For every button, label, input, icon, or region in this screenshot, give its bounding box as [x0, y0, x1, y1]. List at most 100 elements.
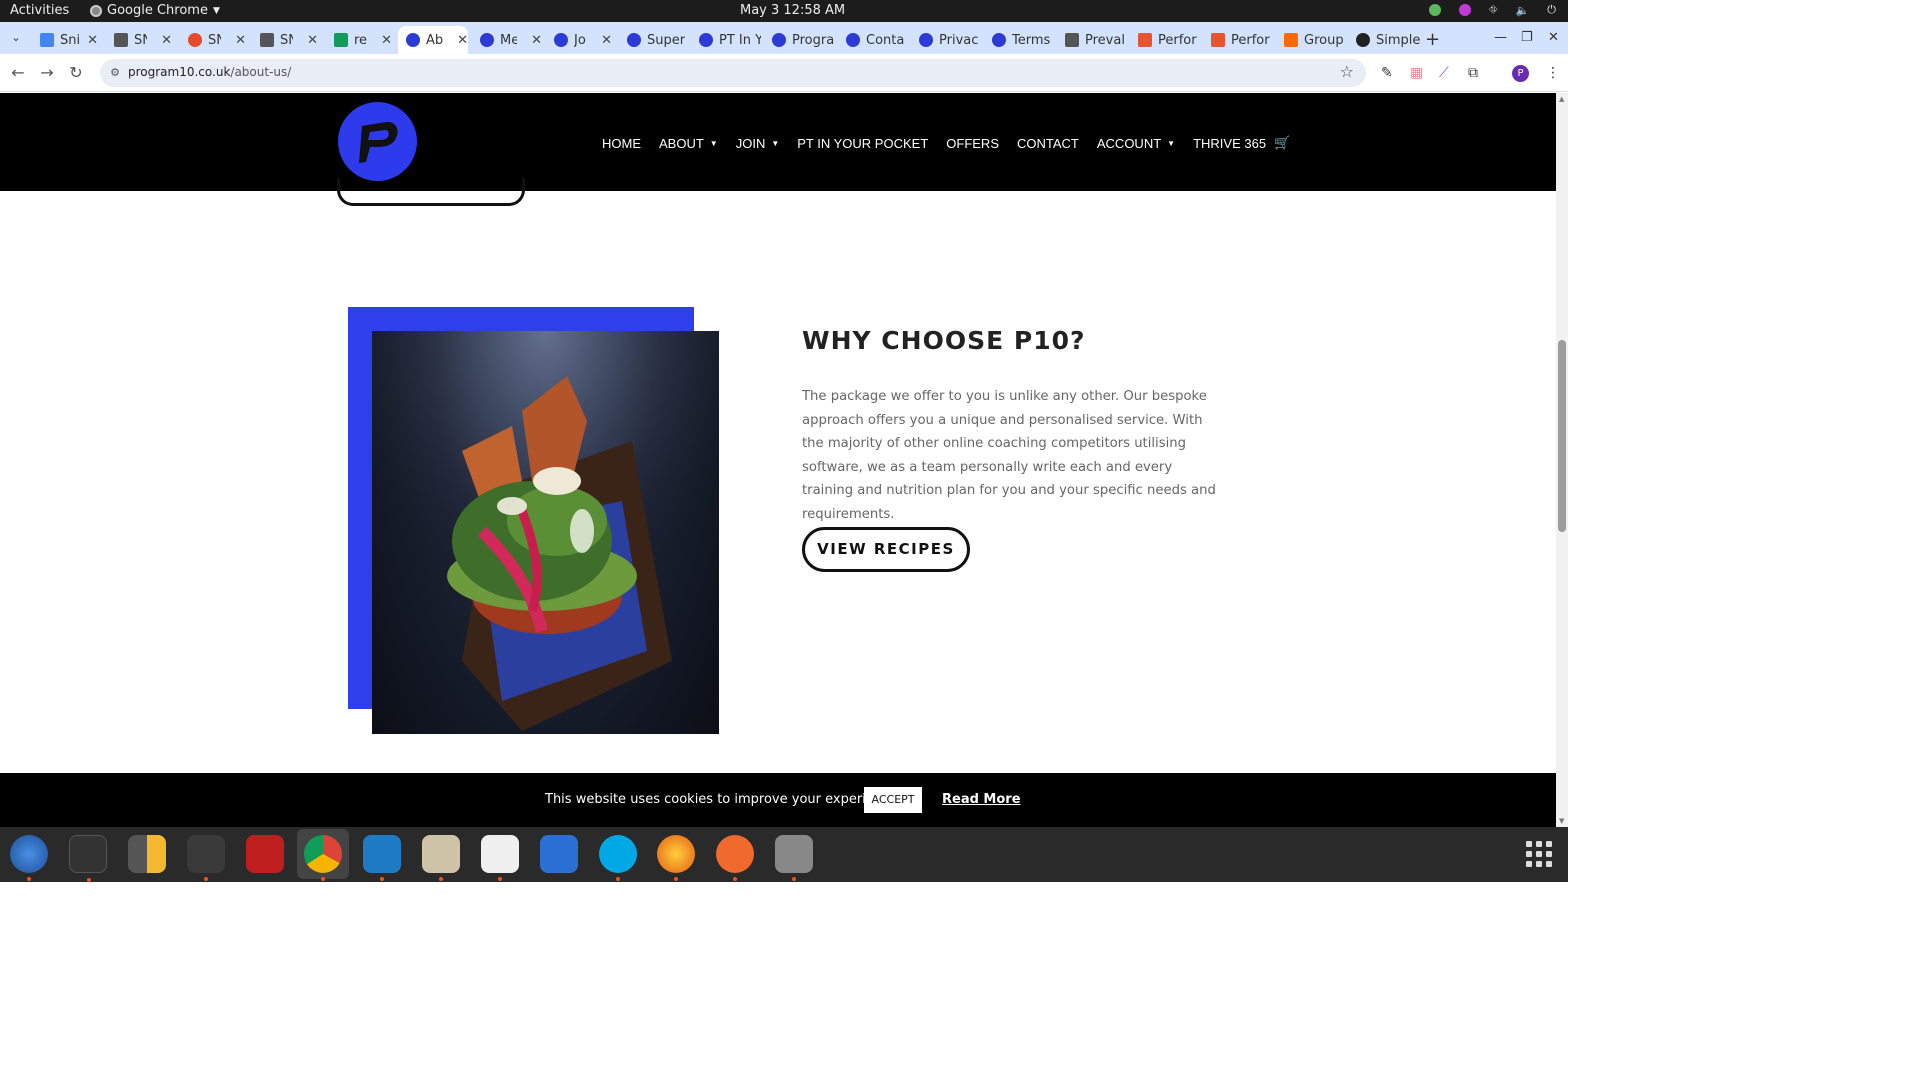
close-icon[interactable]: ✕ — [381, 33, 392, 48]
calendar-extension-icon[interactable]: ▦ — [1410, 65, 1423, 81]
web-page: HOME ABOUT ▼ JOIN ▼ PT IN YOUR POCKET OFFE… — [0, 93, 1556, 827]
chrome-icon[interactable] — [304, 835, 342, 881]
filezilla-icon[interactable] — [246, 835, 284, 873]
nav-account[interactable]: ACCOUNT ▼ — [1097, 136, 1175, 151]
tab[interactable]: SN✕ — [106, 26, 172, 54]
tab[interactable]: Sni ✕ — [32, 26, 98, 54]
program10-logo[interactable] — [338, 102, 417, 181]
disks-icon[interactable] — [775, 835, 813, 881]
cookie-read-more-link[interactable]: Read More — [942, 792, 1021, 807]
vscode-icon[interactable] — [363, 835, 401, 881]
new-tab-button[interactable]: + — [1425, 29, 1440, 50]
chrome-menu-icon[interactable]: ⋮ — [1546, 65, 1560, 81]
text-editor-icon[interactable] — [481, 835, 519, 881]
snp-icon — [260, 33, 274, 47]
thunderbird-icon[interactable] — [10, 835, 48, 881]
close-icon[interactable]: ✕ — [531, 33, 542, 48]
close-icon[interactable]: ✕ — [161, 33, 172, 48]
tab[interactable]: SN✕ — [180, 26, 246, 54]
nav-home[interactable]: HOME — [602, 136, 641, 151]
extension-tray-icon[interactable] — [1458, 4, 1471, 16]
program10-icon — [554, 33, 568, 47]
minimize-button[interactable]: — — [1494, 30, 1507, 45]
tab[interactable]: Preval — [1057, 26, 1127, 54]
tab-search-button[interactable]: ⌄ — [6, 28, 26, 48]
tab[interactable]: Terms — [984, 26, 1054, 54]
tab[interactable]: Conta — [838, 26, 908, 54]
forward-arrow-icon[interactable]: → — [37, 63, 57, 82]
close-icon[interactable]: ✕ — [601, 33, 612, 48]
update-icon[interactable] — [1428, 4, 1441, 16]
scroll-up-icon[interactable]: ▲ — [1559, 95, 1564, 103]
pen-app-icon[interactable] — [716, 835, 754, 881]
clock[interactable]: May 3 12:58 AM — [740, 3, 845, 18]
tab[interactable]: Perfor — [1130, 26, 1200, 54]
scroll-down-icon[interactable]: ▼ — [1559, 817, 1564, 825]
chrome-icon — [90, 4, 102, 17]
terminal-icon[interactable] — [69, 835, 107, 882]
tab[interactable]: Joi✕ — [546, 26, 612, 54]
restore-button[interactable]: ❐ — [1521, 30, 1533, 45]
show-apps-grid-icon[interactable] — [1526, 841, 1552, 867]
close-icon[interactable]: ✕ — [235, 33, 246, 48]
nav-offers[interactable]: OFFERS — [946, 136, 999, 151]
network-icon[interactable]: ⛗ — [1489, 3, 1498, 17]
profile-avatar[interactable]: P — [1512, 65, 1529, 82]
sheets-icon — [334, 33, 348, 47]
writer-icon[interactable] — [540, 835, 578, 873]
cart-icon[interactable]: 🛒 — [1274, 135, 1290, 151]
close-icon[interactable]: ✕ — [307, 33, 318, 48]
tab[interactable]: Group — [1276, 26, 1346, 54]
nav-contact[interactable]: CONTACT — [1017, 136, 1079, 151]
tab[interactable]: SN✕ — [252, 26, 318, 54]
close-icon[interactable]: ✕ — [457, 33, 468, 48]
tab[interactable]: Privac — [911, 26, 981, 54]
skype-icon[interactable] — [599, 835, 637, 881]
nav-pt-in-your-pocket[interactable]: PT IN YOUR POCKET — [797, 136, 928, 151]
eyedropper-extension-icon[interactable]: ✎ — [1381, 65, 1393, 81]
nav-join[interactable]: JOIN ▼ — [736, 136, 780, 151]
tab[interactable]: Simple — [1348, 26, 1420, 54]
site-info-icon[interactable]: ⚙ — [108, 66, 122, 80]
url-text[interactable]: program10.co.uk/about-us/ — [128, 65, 291, 79]
previous-section-button[interactable] — [337, 178, 525, 206]
main-nav: HOME ABOUT ▼ JOIN ▼ PT IN YOUR POCKET OFFE… — [602, 135, 1290, 151]
extensions-puzzle-icon[interactable]: ⧉ — [1468, 65, 1478, 81]
pen-extension-icon[interactable]: ⟋ — [1439, 65, 1449, 81]
back-arrow-icon[interactable]: ← — [8, 63, 28, 82]
burger-illustration — [372, 331, 719, 734]
address-bar[interactable]: ⚙ program10.co.uk/about-us/ ☆ — [100, 59, 1366, 87]
tab[interactable]: PT In Y — [691, 26, 761, 54]
scrollbar-thumb[interactable] — [1558, 340, 1566, 532]
tab[interactable]: Me ✕ — [472, 26, 542, 54]
cookie-accept-button[interactable]: ACCEPT — [864, 787, 922, 813]
app-menu[interactable]: Google Chrome ▼ — [90, 3, 220, 18]
files-icon[interactable] — [422, 835, 460, 881]
tab-active[interactable]: Ab ✕ — [398, 26, 468, 54]
nav-about[interactable]: ABOUT ▼ — [659, 136, 718, 151]
reload-icon[interactable]: ↻ — [66, 63, 86, 82]
tab[interactable]: ref✕ — [326, 26, 392, 54]
tab[interactable]: Perfor — [1203, 26, 1273, 54]
dock — [0, 827, 1568, 882]
bookmark-star-icon[interactable]: ☆ — [1340, 62, 1354, 81]
window-close-button[interactable]: ✕ — [1548, 30, 1559, 45]
browser-toolbar: ← → ↻ ⚙ program10.co.uk/about-us/ ☆ ✎ ▦ … — [0, 54, 1568, 92]
activities-button[interactable]: Activities — [10, 3, 69, 18]
ordino-icon — [188, 33, 202, 47]
system-monitor-icon[interactable] — [187, 835, 225, 881]
site-header: HOME ABOUT ▼ JOIN ▼ PT IN YOUR POCKET OFFE… — [0, 93, 1556, 191]
power-icon[interactable]: ⏻ — [1547, 3, 1556, 17]
view-recipes-button[interactable]: VIEW RECIPES — [802, 527, 970, 572]
volume-icon[interactable]: 🔈 — [1516, 4, 1530, 17]
tab[interactable]: Progra — [764, 26, 834, 54]
nav-thrive-365[interactable]: THRIVE 365 — [1193, 136, 1266, 151]
cookie-banner: This website uses cookies to improve you… — [0, 773, 1556, 827]
program10-icon — [772, 33, 786, 47]
tab[interactable]: Super — [619, 26, 687, 54]
page-scrollbar[interactable]: ▲ ▼ — [1556, 93, 1568, 827]
calculator-icon[interactable] — [128, 835, 166, 873]
system-tray[interactable]: ⛗ 🔈 ⏻ — [1428, 3, 1556, 17]
close-icon[interactable]: ✕ — [87, 33, 98, 48]
flame-app-icon[interactable] — [657, 835, 695, 881]
